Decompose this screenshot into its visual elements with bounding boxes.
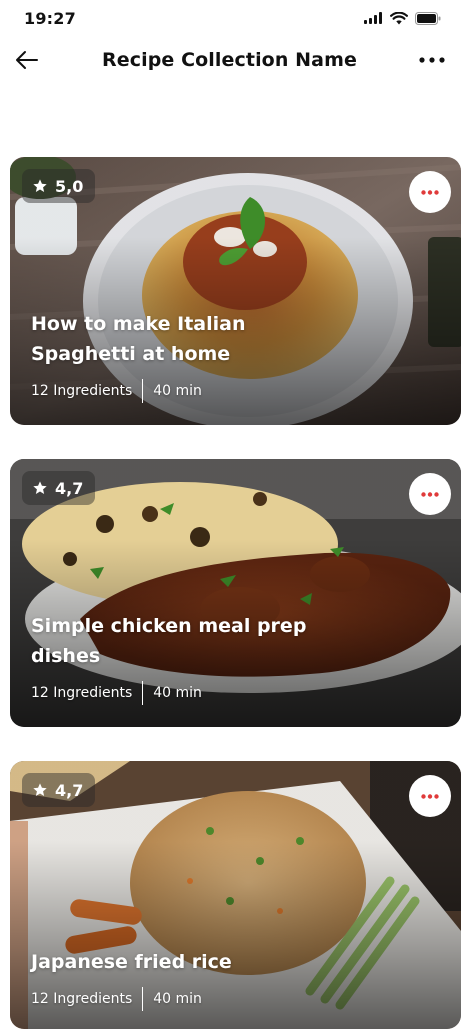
recipe-more-button[interactable] — [409, 775, 451, 817]
signal-icon — [364, 12, 382, 24]
arrow-left-icon — [16, 51, 38, 69]
header: Recipe Collection Name — [0, 40, 461, 80]
meta-divider — [142, 681, 144, 705]
star-icon — [33, 481, 47, 494]
recipe-more-button[interactable] — [409, 473, 451, 515]
status-icons — [364, 11, 441, 25]
recipe-meta: 12 Ingredients 40 min — [31, 379, 202, 403]
recipe-title: Simple chicken meal prep dishes — [31, 615, 307, 667]
recipe-title: How to make Italian Spaghetti at home — [31, 313, 246, 365]
star-icon — [33, 783, 47, 796]
cook-time: 40 min — [153, 685, 202, 701]
more-horizontal-icon — [419, 57, 445, 63]
cook-time: 40 min — [153, 383, 202, 399]
rating-value: 4,7 — [55, 780, 84, 800]
recipe-title: Japanese fried rice — [31, 951, 232, 973]
ingredients-count: 12 Ingredients — [31, 685, 133, 701]
rating-badge: 5,0 — [22, 169, 96, 203]
recipe-card[interactable]: 5,0 How to make Italian Spaghetti at hom… — [10, 157, 461, 425]
recipe-meta: 12 Ingredients 40 min — [31, 681, 202, 705]
more-horizontal-icon — [421, 793, 439, 799]
more-horizontal-icon — [421, 189, 439, 195]
back-button[interactable] — [12, 45, 42, 75]
rating-badge: 4,7 — [22, 773, 96, 807]
meta-divider — [142, 987, 144, 1011]
recipe-card[interactable]: 4,7 Japanese fried rice 12 Ingredients 4… — [10, 761, 461, 1029]
star-icon — [33, 179, 47, 192]
ingredients-count: 12 Ingredients — [31, 991, 133, 1007]
more-options-button[interactable] — [417, 45, 447, 75]
cook-time: 40 min — [153, 991, 202, 1007]
rating-badge: 4,7 — [22, 471, 96, 505]
page-title: Recipe Collection Name — [102, 49, 357, 71]
status-time: 19:27 — [24, 8, 76, 28]
recipe-card[interactable]: 4,7 Simple chicken meal prep dishes 12 I… — [10, 459, 461, 727]
recipe-meta: 12 Ingredients 40 min — [31, 987, 202, 1011]
meta-divider — [142, 379, 144, 403]
status-bar: 19:27 — [0, 0, 461, 36]
more-horizontal-icon — [421, 491, 439, 497]
rating-value: 5,0 — [55, 176, 84, 196]
recipe-more-button[interactable] — [409, 171, 451, 213]
ingredients-count: 12 Ingredients — [31, 383, 133, 399]
wifi-icon — [390, 11, 408, 24]
rating-value: 4,7 — [55, 478, 84, 498]
battery-icon — [415, 11, 441, 25]
